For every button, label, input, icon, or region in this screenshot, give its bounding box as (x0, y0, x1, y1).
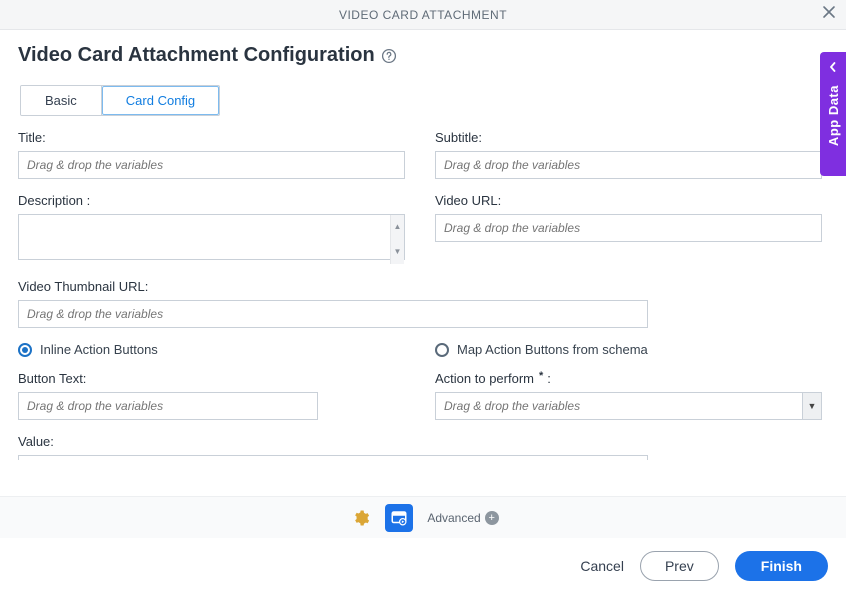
label-video-url: Video URL: (435, 193, 822, 208)
modal-title: VIDEO CARD ATTACHMENT (339, 8, 507, 22)
radio-icon-unchecked (435, 343, 449, 357)
settings-icon[interactable] (347, 504, 375, 532)
label-action-perform: Action to perform*: (435, 371, 822, 386)
chevron-left-icon (828, 60, 838, 75)
dropdown-toggle-icon[interactable]: ▼ (802, 392, 822, 420)
label-button-text: Button Text: (18, 371, 318, 386)
radio-label-map: Map Action Buttons from schema (457, 342, 648, 357)
action-row: Cancel Prev Finish (0, 538, 846, 594)
radio-inline-action[interactable]: Inline Action Buttons (18, 342, 405, 357)
finish-button[interactable]: Finish (735, 551, 828, 581)
input-value[interactable] (18, 455, 648, 460)
page-title: Video Card Attachment Configuration (18, 44, 375, 67)
tab-card-config[interactable]: Card Config (102, 86, 219, 115)
select-action-perform[interactable] (435, 392, 802, 420)
label-subtitle: Subtitle: (435, 130, 822, 145)
label-value: Value: (18, 434, 822, 449)
radio-label-inline: Inline Action Buttons (40, 342, 158, 357)
input-video-thumb-url[interactable] (18, 300, 648, 328)
description-spinner[interactable]: ▲▼ (390, 215, 404, 264)
close-icon[interactable] (822, 5, 836, 24)
help-icon[interactable] (381, 48, 397, 64)
tab-basic[interactable]: Basic (21, 86, 102, 115)
app-data-label: App Data (826, 85, 841, 146)
label-title: Title: (18, 130, 405, 145)
app-data-drawer-tab[interactable]: App Data (820, 52, 846, 176)
label-video-thumb-url: Video Thumbnail URL: (18, 279, 822, 294)
advanced-label: Advanced (427, 511, 480, 525)
modal-header: VIDEO CARD ATTACHMENT (0, 0, 846, 30)
plus-icon: + (485, 511, 499, 525)
footer-toolbar: Advanced + (0, 496, 846, 538)
input-subtitle[interactable] (435, 151, 822, 179)
radio-icon-checked (18, 343, 32, 357)
chevron-down-icon[interactable]: ▼ (391, 240, 404, 265)
prev-button[interactable]: Prev (640, 551, 719, 581)
cancel-button[interactable]: Cancel (580, 558, 624, 574)
advanced-toggle[interactable]: Advanced + (427, 511, 498, 525)
input-video-url[interactable] (435, 214, 822, 242)
input-button-text[interactable] (18, 392, 318, 420)
chevron-up-icon[interactable]: ▲ (391, 215, 404, 240)
form-scroll-area[interactable]: Title: Subtitle: Description : ▲▼ Video … (18, 130, 828, 460)
tab-group: Basic Card Config (20, 85, 220, 116)
radio-map-action[interactable]: Map Action Buttons from schema (435, 342, 822, 357)
label-description: Description : (18, 193, 405, 208)
input-description[interactable] (18, 214, 405, 260)
video-card-icon[interactable] (385, 504, 413, 532)
input-title[interactable] (18, 151, 405, 179)
